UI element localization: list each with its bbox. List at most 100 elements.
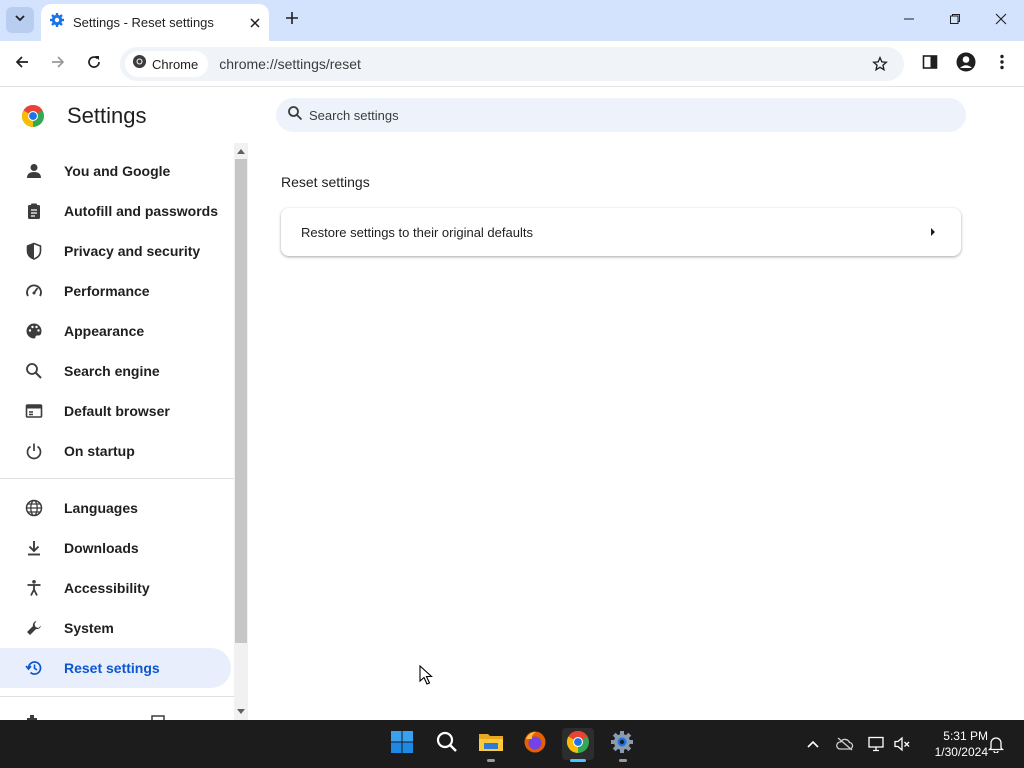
sidebar-item-languages[interactable]: Languages [0,488,231,528]
palette-icon [23,320,45,342]
power-icon [23,440,45,462]
reset-history-icon [23,657,45,679]
sidebar-item-label: Downloads [64,540,139,556]
reload-button[interactable] [80,50,108,78]
settings-sidebar: You and Google Autofill and passwords Pr… [0,143,248,720]
taskbar-search-button[interactable] [431,728,463,760]
start-button[interactable] [386,728,418,760]
sidebar-item-label: Search engine [64,363,160,379]
gear-icon [610,730,634,759]
sidebar-item-label: Performance [64,283,150,299]
settings-page: Settings You and Google Autofill and pas… [0,88,1024,720]
restore-defaults-row[interactable]: Restore settings to their original defau… [281,208,961,256]
arrow-left-icon [14,54,30,75]
side-panel-button[interactable] [916,50,944,78]
chip-label: Chrome [152,56,199,72]
active-tab[interactable]: Settings - Reset settings [41,4,269,41]
back-button[interactable] [8,50,36,78]
close-icon [995,12,1007,30]
sidebar-item-system[interactable]: System [0,608,231,648]
sidebar-item-on-startup[interactable]: On startup [0,431,231,471]
firefox-button[interactable] [519,728,551,760]
sidebar-item-search-engine[interactable]: Search engine [0,351,231,391]
search-box[interactable] [276,98,966,132]
chrome-icon [566,730,590,759]
arrow-right-icon [921,220,945,244]
menu-button[interactable] [988,50,1016,78]
sidebar-item-label: Languages [64,500,138,516]
network-icon[interactable] [866,734,886,754]
tab-search-button[interactable] [6,7,34,33]
browser-toolbar: Chrome chrome://settings/reset [0,41,1024,87]
new-tab-button[interactable] [280,8,304,32]
section-title: Reset settings [281,174,370,190]
folder-icon [478,731,504,758]
settings-gear-icon [49,12,65,33]
sidebar-item-label: System [64,620,114,636]
profile-button[interactable] [952,50,980,78]
close-window-button[interactable] [978,0,1024,41]
sidebar-item-privacy[interactable]: Privacy and security [0,231,231,271]
system-clock[interactable]: 5:31 PM 1/30/2024 [918,728,988,760]
sidebar-divider [0,696,235,697]
sidebar-item-label: Autofill and passwords [64,203,219,219]
sidebar-item-label: On startup [64,443,135,459]
gauge-icon [23,280,45,302]
forward-button[interactable] [44,50,72,78]
wrench-icon [23,617,45,639]
arrow-right-icon [50,54,66,75]
clock-date: 1/30/2024 [934,745,988,759]
firefox-icon [523,730,547,759]
taskbar: 5:31 PM 1/30/2024 [0,720,1024,768]
restore-icon [949,12,961,30]
site-info-chip[interactable]: Chrome [125,51,209,77]
search-icon [436,731,458,758]
bookmark-star-icon[interactable] [866,50,894,78]
url-text[interactable]: chrome://settings/reset [219,56,866,72]
sidebar-item-label: Privacy and security [64,243,201,259]
close-tab-icon[interactable] [245,13,265,33]
running-indicator [487,759,495,762]
sidebar-item-label: Default browser [64,403,170,419]
mouse-cursor-icon [419,664,433,685]
sidebar-item-appearance[interactable]: Appearance [0,311,231,351]
restore-button[interactable] [932,0,978,41]
sidebar-item-label: Reset settings [64,660,160,676]
chrome-icon [132,54,147,74]
sidebar-item-autofill[interactable]: Autofill and passwords [0,191,231,231]
sidebar-item-label: Accessibility [64,580,150,596]
sidebar-item-accessibility[interactable]: Accessibility [0,568,231,608]
show-hidden-icons-button[interactable] [803,734,823,754]
sidebar-item-reset-settings[interactable]: Reset settings [0,648,231,688]
sidebar-item-performance[interactable]: Performance [0,271,231,311]
tab-strip: Settings - Reset settings [0,0,1024,41]
sidebar-item-default-browser[interactable]: Default browser [0,391,231,431]
globe-icon [23,497,45,519]
restore-defaults-label: Restore settings to their original defau… [301,224,533,240]
sidebar-scrollbar-thumb[interactable] [235,159,247,643]
address-bar[interactable]: Chrome chrome://settings/reset [120,47,904,81]
minimize-button[interactable] [886,0,932,41]
sidebar-item-downloads[interactable]: Downloads [0,528,231,568]
notifications-bell-icon[interactable] [986,734,1006,754]
onedrive-icon[interactable] [835,734,855,754]
side-panel-icon [922,54,938,75]
accessibility-icon [23,577,45,599]
sidebar-item-label: You and Google [64,163,171,179]
clock-time: 5:31 PM [943,729,988,743]
search-input[interactable] [309,107,909,123]
kebab-menu-icon [1000,54,1004,75]
reload-icon [86,54,102,75]
running-indicator [619,759,627,762]
sidebar-item-you-and-google[interactable]: You and Google [0,151,231,191]
person-icon [23,160,45,182]
file-explorer-button[interactable] [475,728,507,760]
tab-title: Settings - Reset settings [73,15,214,30]
settings-taskbar-button[interactable] [606,728,638,760]
volume-muted-icon[interactable] [892,734,912,754]
avatar-icon [956,52,976,77]
scroll-down-arrow-icon[interactable] [234,705,248,719]
chrome-taskbar-button[interactable] [562,728,594,760]
scroll-up-arrow-icon[interactable] [234,144,248,158]
search-icon [287,105,303,126]
